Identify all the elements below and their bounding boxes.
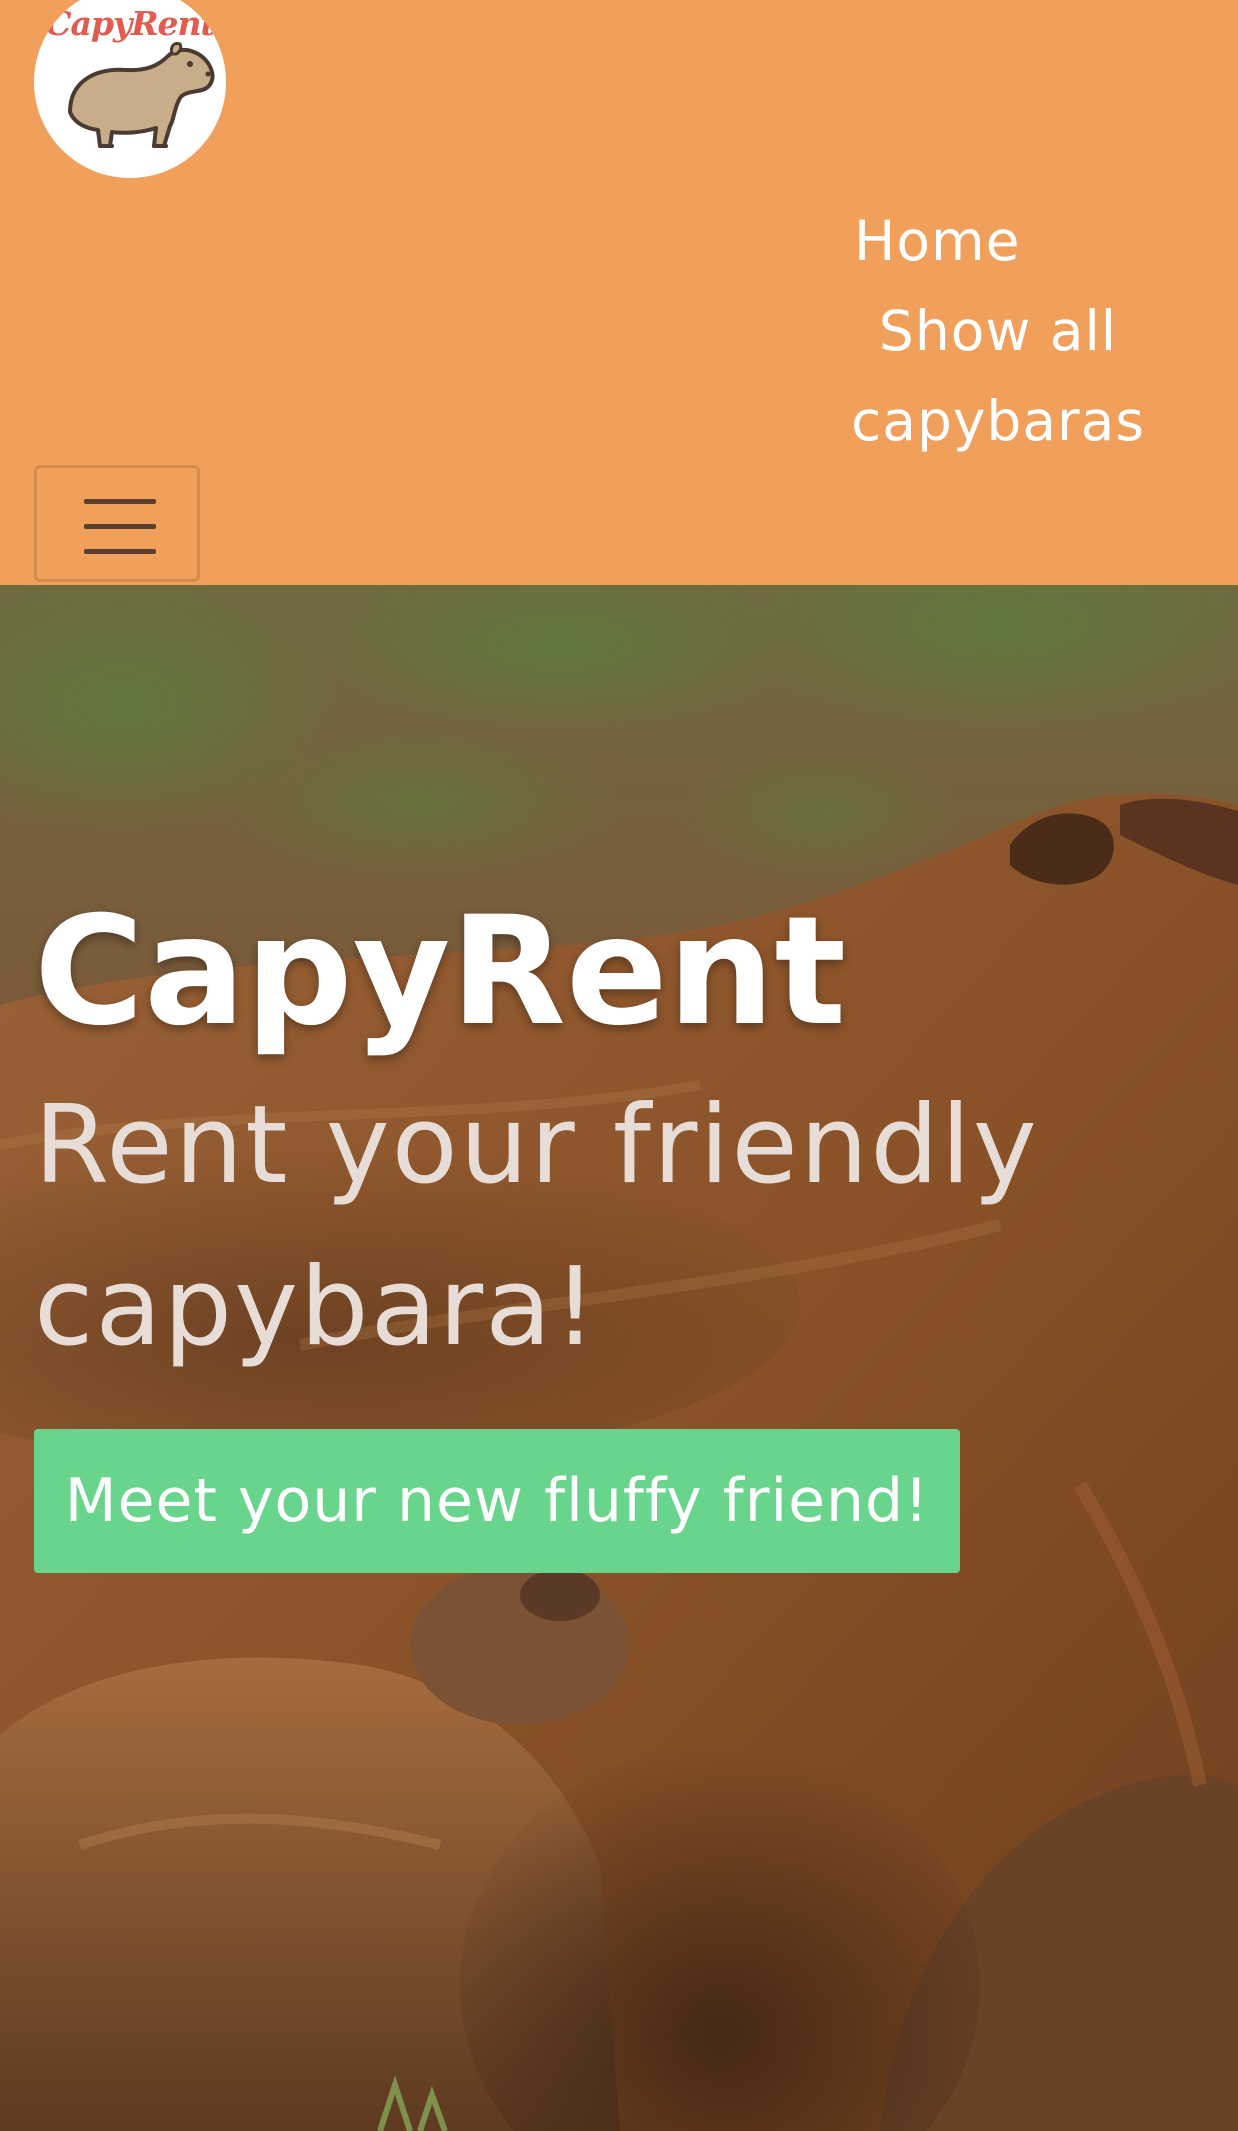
brand-logo[interactable]: CapyRent	[34, 0, 226, 178]
hero-subtitle: Rent your friendly capybara!	[34, 1083, 1039, 1370]
nav-link-home[interactable]: Home	[828, 196, 1168, 286]
navbar: CapyRent Home Show all capybaras	[0, 0, 1238, 585]
meet-friend-button[interactable]: Meet your new fluffy friend!	[34, 1429, 960, 1573]
nav-menu: Home Show all capybaras	[828, 196, 1168, 466]
hero-title: CapyRent	[34, 885, 847, 1059]
page: CapyRent Home Show all capybaras CapyRen…	[0, 0, 1238, 2131]
hero-section: CapyRent Rent your friendly capybara! Me…	[0, 585, 1238, 2131]
logo-wordmark: CapyRent	[45, 4, 216, 43]
nav-item-home: Home	[828, 196, 1168, 286]
menu-toggle-button[interactable]	[34, 465, 200, 582]
nav-item-show-all: Show all capybaras	[828, 286, 1168, 466]
nav-link-show-all-capybaras[interactable]: Show all capybaras	[828, 286, 1168, 466]
